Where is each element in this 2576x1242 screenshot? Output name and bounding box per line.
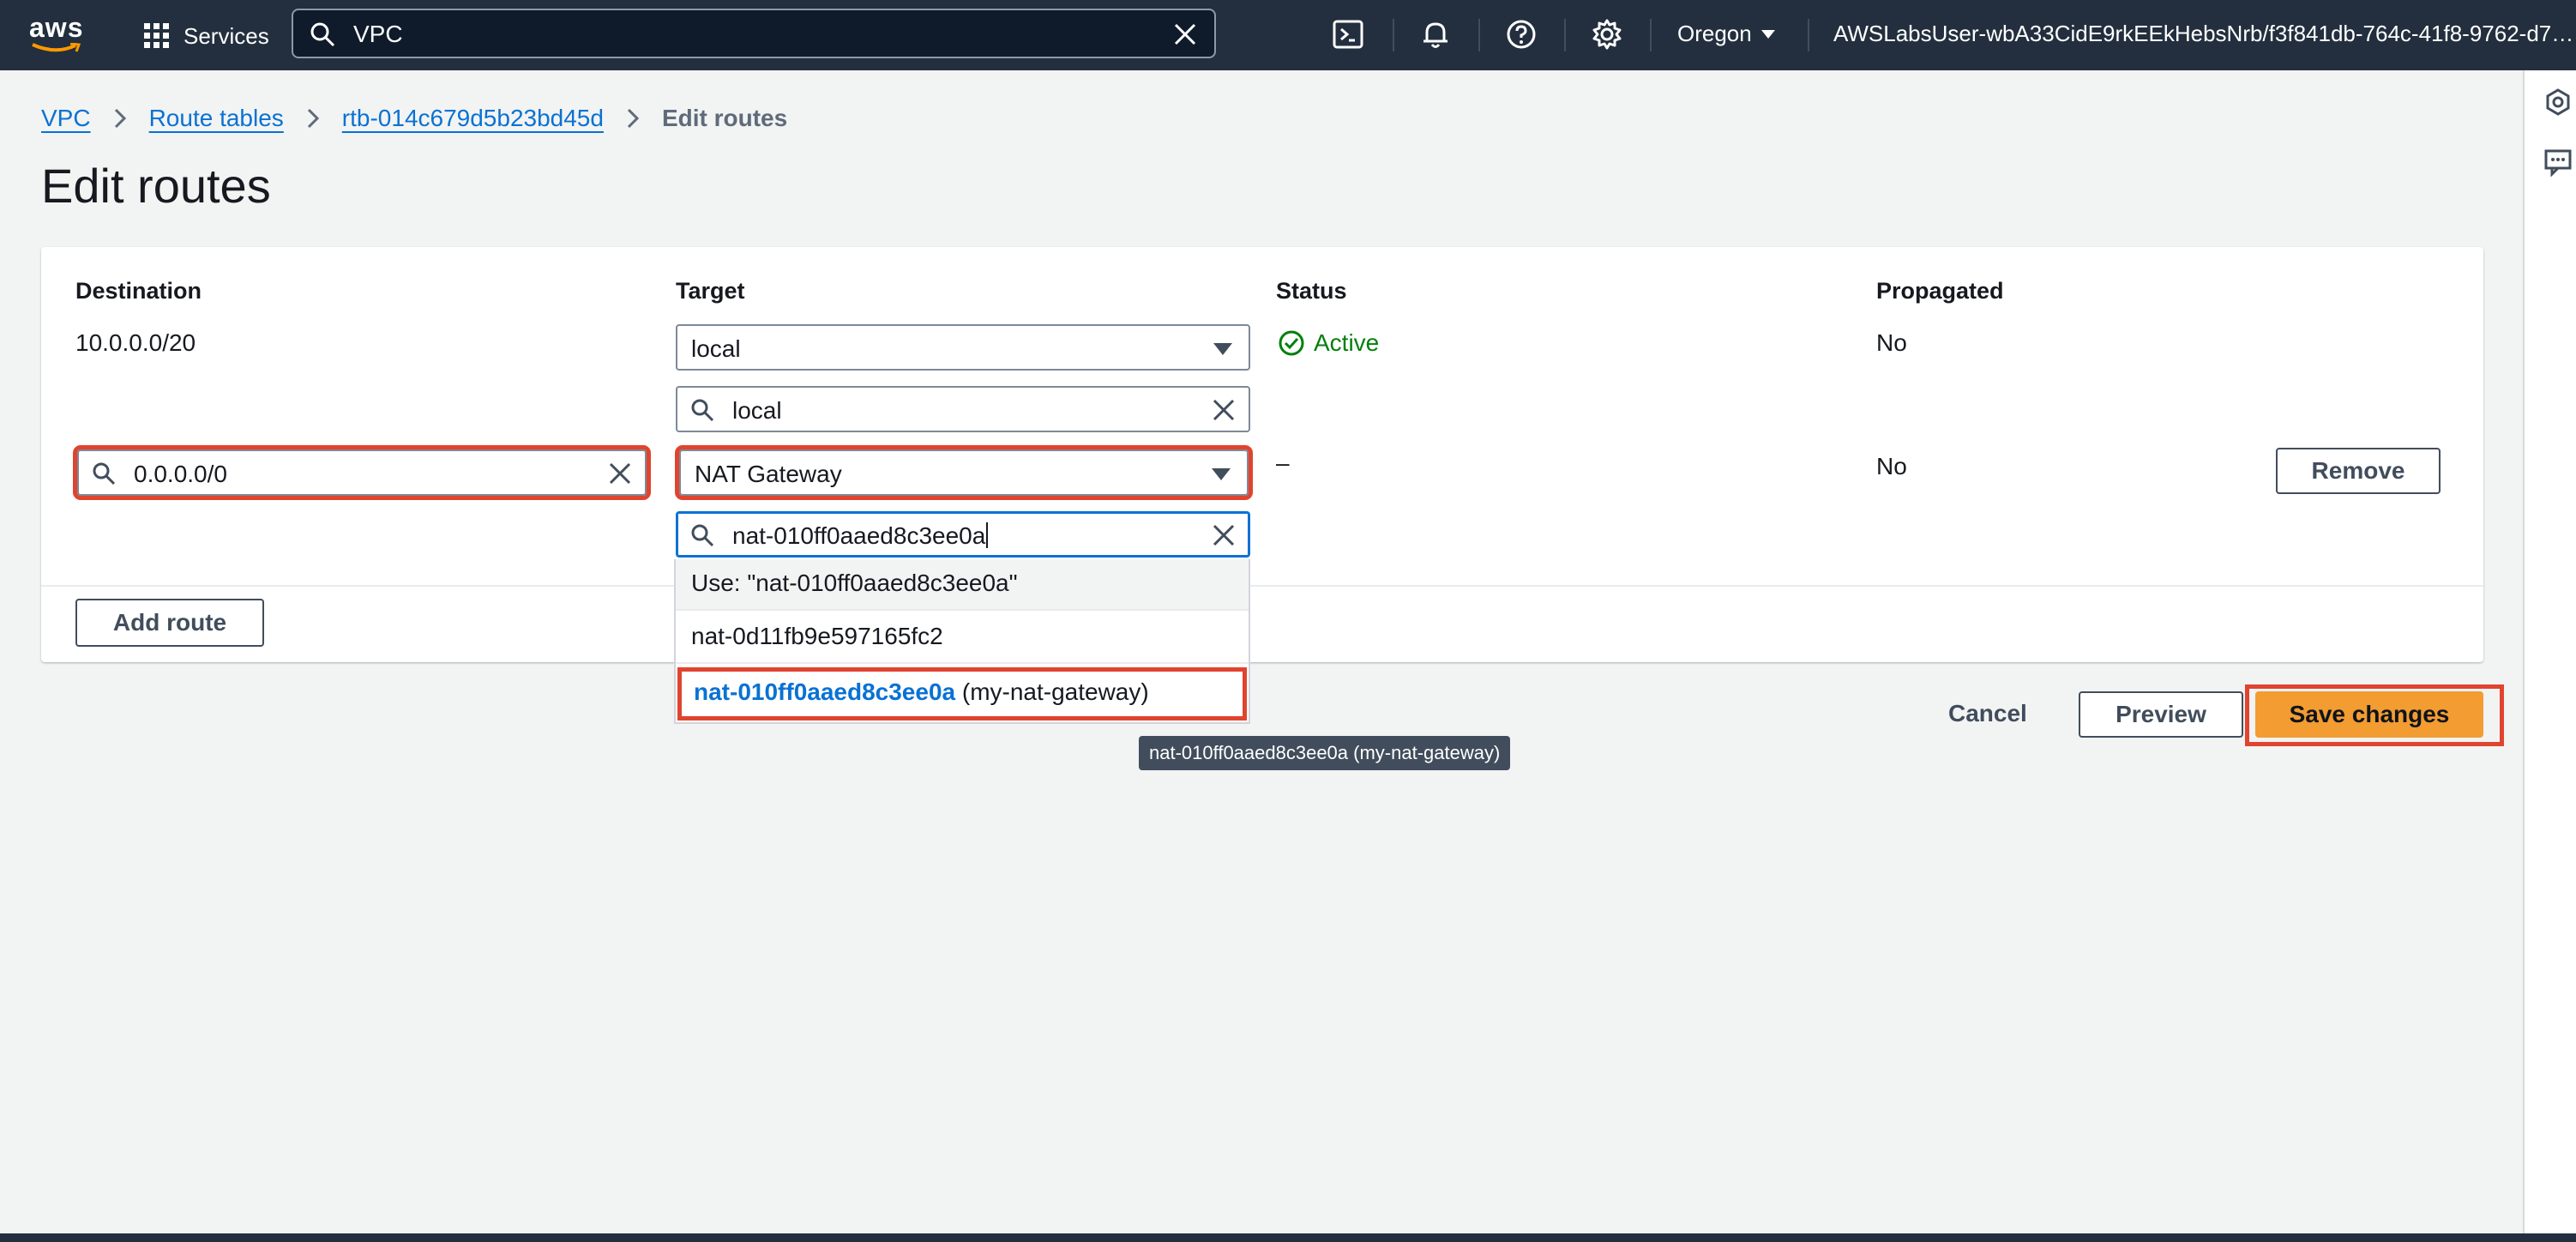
search-value: VPC [353,21,403,47]
option-id: nat-010ff0aaed8c3ee0a [694,678,956,705]
target-select-value: NAT Gateway [695,461,842,487]
preview-button[interactable]: Preview [2079,691,2243,738]
add-route-button[interactable]: Add route [75,599,264,647]
nat-gateway-option-selected[interactable]: nat-010ff0aaed8c3ee0a (my-nat-gateway) [677,667,1247,720]
breadcrumb-current: Edit routes [661,105,788,131]
cloudshell-icon[interactable] [1331,17,1365,51]
nav-divider [1478,19,1480,51]
target-options-list: Use: "nat-010ff0aaed8c3ee0a" nat-0d11fb9… [674,559,1250,724]
search-icon [93,462,116,485]
header-destination: Destination [75,278,202,304]
routes-panel: Destination Target Status Propagated 10.… [41,247,2483,662]
breadcrumb-vpc[interactable]: VPC [41,105,91,132]
target-select[interactable]: local [676,324,1250,371]
destination-value: 0.0.0.0/0 [134,461,227,487]
region-selector[interactable]: Oregon [1677,21,1776,47]
services-label: Services [184,22,269,49]
target-filter-value: nat-010ff0aaed8c3ee0a [732,522,989,550]
account-menu[interactable]: AWSLabsUser-wbA33CidE9rkEEkHebsNrb/f3f84… [1833,21,2571,47]
global-search-input[interactable]: VPC [292,9,1216,58]
target-select[interactable]: NAT Gateway [675,445,1253,500]
close-icon[interactable] [1171,21,1199,48]
help-icon[interactable] [1504,17,1538,51]
close-icon[interactable] [1211,397,1237,423]
target-filter-input[interactable]: nat-010ff0aaed8c3ee0a [676,511,1250,558]
search-icon [691,524,714,547]
hexagon-icon[interactable] [2543,87,2573,117]
bottom-bar [0,1233,2576,1242]
grid-icon [144,23,169,48]
caret-down-icon [1760,29,1775,39]
target-filter-input[interactable]: local [676,386,1250,432]
status-text: Active [1314,329,1380,356]
nav-divider [1650,19,1652,51]
remove-button[interactable]: Remove [2276,448,2441,494]
search-icon [691,399,714,422]
breadcrumb-route-table-id[interactable]: rtb-014c679d5b23bd45d [342,105,604,132]
save-changes-button[interactable]: Save changes [2255,691,2483,738]
chevron-right-icon [307,108,319,129]
search-icon [310,22,335,47]
page-title: Edit routes [41,159,271,213]
caret-down-icon [1213,343,1232,355]
cancel-button[interactable]: Cancel [1940,693,2036,734]
chevron-right-icon [114,108,126,129]
propagated-value: No [1876,329,1907,356]
nav-divider [1564,19,1566,51]
logo-text: aws [29,12,84,43]
gear-icon[interactable] [1590,17,1624,51]
target-filter-value: local [732,397,782,424]
header-propagated: Propagated [1876,278,2004,304]
header-target: Target [676,278,745,304]
destination-input[interactable]: 0.0.0.0/0 [73,445,651,500]
bell-icon[interactable] [1418,17,1453,51]
text-cursor [986,522,989,548]
chevron-right-icon [627,108,640,129]
right-side-rail [2523,70,2576,1233]
region-label: Oregon [1677,21,1752,46]
route-destination: 10.0.0.0/20 [75,329,196,356]
use-typed-option[interactable]: Use: "nat-010ff0aaed8c3ee0a" [676,559,1249,611]
target-filter-text: nat-010ff0aaed8c3ee0a [732,522,986,549]
option-tooltip: nat-010ff0aaed8c3ee0a (my-nat-gateway) [1139,736,1511,770]
header-status: Status [1276,278,1347,304]
top-navigation: aws Services VPC Oregon AWSLabsUser-wbA3… [0,0,2576,70]
check-circle-icon [1279,330,1304,356]
services-menu[interactable]: Services [142,19,269,53]
close-icon[interactable] [1211,522,1237,548]
panel-divider [41,585,2483,587]
feedback-icon[interactable] [2543,148,2573,177]
nav-divider [1393,19,1394,51]
nat-gateway-option[interactable]: nat-0d11fb9e597165fc2 [676,612,1249,664]
smile-icon [32,43,81,52]
status-value: – [1276,449,1290,476]
close-icon[interactable] [607,461,633,486]
option-name: (my-nat-gateway) [955,678,1149,705]
caret-down-icon [1212,468,1231,480]
breadcrumb: VPC Route tables rtb-014c679d5b23bd45d E… [41,101,787,136]
target-select-value: local [691,335,741,362]
aws-logo[interactable]: aws [29,12,84,55]
status-badge: Active [1278,329,1379,357]
breadcrumb-route-tables[interactable]: Route tables [149,105,284,132]
propagated-value: No [1876,453,1907,479]
nav-divider [1808,19,1809,51]
